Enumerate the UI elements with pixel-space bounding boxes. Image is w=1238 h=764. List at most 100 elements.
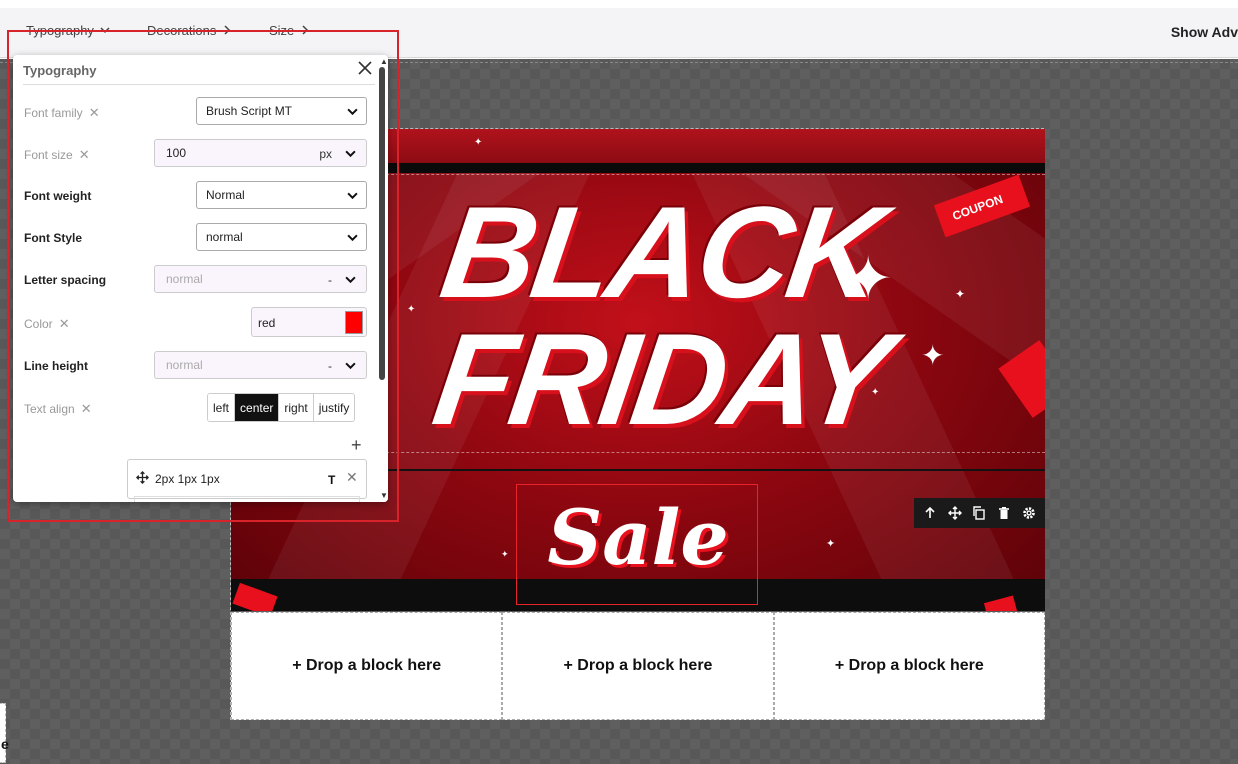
align-center-button[interactable]: center: [235, 394, 280, 421]
letter-spacing-label: Letter spacing: [24, 273, 106, 287]
headline-black[interactable]: BLACK: [422, 179, 900, 325]
chevron-right-icon: [222, 23, 232, 38]
panel-title: Typography: [23, 63, 97, 78]
menu-size[interactable]: Size: [269, 23, 310, 38]
letter-spacing-unit[interactable]: -: [328, 273, 332, 287]
move-icon[interactable]: [136, 471, 149, 489]
font-family-label-text: Font family: [24, 106, 83, 120]
font-style-label: Font Style: [24, 231, 82, 245]
sale-text-block[interactable]: Sale: [516, 484, 758, 605]
menu-decorations[interactable]: Decorations: [147, 23, 232, 38]
scroll-down-icon[interactable]: ▼: [380, 491, 388, 500]
font-style-select[interactable]: normal: [196, 223, 367, 251]
drop-zone[interactable]: + Drop a block here: [773, 612, 1045, 720]
text-shadow-layer[interactable]: 2px 1px 1px T ✕: [127, 459, 367, 502]
panel-header: Typography: [23, 55, 375, 85]
align-right-button[interactable]: right: [279, 394, 314, 421]
sparkle-icon: ✦: [407, 304, 416, 315]
line-height-label: Line height: [24, 359, 88, 373]
color-value: red: [258, 316, 276, 330]
letter-spacing-value: normal: [166, 272, 203, 286]
close-icon[interactable]: [357, 60, 373, 81]
letter-spacing-input[interactable]: normal -: [154, 265, 367, 293]
chevron-right-icon: [300, 23, 310, 38]
sparkle-icon: ✦: [921, 340, 945, 371]
align-left-button[interactable]: left: [208, 394, 236, 421]
menu-decorations-label: Decorations: [147, 23, 217, 38]
arrow-up-icon[interactable]: [923, 506, 937, 520]
clear-icon[interactable]: ✕: [79, 147, 90, 163]
font-size-value: 100: [166, 146, 187, 160]
font-family-select[interactable]: Brush Script MT: [196, 97, 367, 125]
chevron-down-icon[interactable]: [345, 274, 356, 288]
drop-zone-row: + Drop a block here + Drop a block here …: [231, 612, 1045, 720]
align-justify-button[interactable]: justify: [313, 394, 355, 421]
font-size-input[interactable]: 100 px: [154, 139, 367, 167]
offscreen-block-text: e: [1, 736, 9, 752]
text-align-group: left center right justify: [207, 393, 356, 422]
remove-layer-icon[interactable]: ✕: [346, 469, 358, 486]
layer-details: [134, 496, 360, 502]
text-shadow-value: 2px 1px 1px: [155, 472, 220, 486]
letter-spacing-label-text: Letter spacing: [24, 273, 107, 287]
line-height-unit[interactable]: -: [328, 359, 332, 373]
font-weight-label: Font weight: [24, 189, 91, 203]
panel-scrollbar[interactable]: ▲ ▼: [377, 55, 388, 502]
add-layer-icon[interactable]: +: [351, 435, 362, 456]
chevron-down-icon: [347, 232, 358, 246]
font-size-unit[interactable]: px: [319, 147, 332, 161]
sparkle-icon: ✦: [474, 137, 483, 148]
drop-zone[interactable]: + Drop a block here: [231, 612, 503, 720]
line-height-input[interactable]: normal -: [154, 351, 367, 379]
headline-friday[interactable]: FRIDAY: [422, 306, 900, 452]
line-height-value: normal: [166, 358, 203, 372]
font-style-label-text: Font Style: [24, 231, 83, 245]
gear-icon[interactable]: [1022, 506, 1036, 520]
sparkle-icon: ✦: [501, 549, 509, 559]
sparkle-icon: ✦: [826, 538, 836, 550]
scrollbar-thumb[interactable]: [379, 67, 385, 380]
text-align-label: Text align ✕: [24, 401, 92, 417]
sale-text[interactable]: Sale: [517, 493, 759, 582]
clear-icon[interactable]: ✕: [59, 316, 70, 332]
text-align-label-text: Text align: [24, 402, 75, 416]
text-icon: T: [328, 473, 336, 487]
show-advanced-button[interactable]: Show Adv: [1171, 24, 1238, 40]
menu-typography-label: Typography: [26, 23, 94, 38]
chevron-down-icon: [347, 106, 358, 120]
font-weight-value: Normal: [206, 188, 245, 202]
clear-icon[interactable]: ✕: [89, 105, 100, 121]
font-family-label: Font family ✕: [24, 105, 100, 121]
line-height-label-text: Line height: [24, 359, 88, 373]
copy-icon[interactable]: [972, 506, 986, 520]
font-weight-label-text: Font weight: [24, 189, 92, 203]
offscreen-block[interactable]: e: [0, 703, 9, 763]
scroll-up-icon[interactable]: ▲: [380, 57, 388, 66]
color-label: Color ✕: [24, 316, 70, 332]
color-label-text: Color: [24, 317, 53, 331]
trash-icon[interactable]: [997, 506, 1011, 520]
chevron-down-icon[interactable]: [345, 360, 356, 374]
clear-icon[interactable]: ✕: [81, 401, 92, 417]
font-family-value: Brush Script MT: [206, 104, 293, 118]
chevron-down-icon[interactable]: [345, 148, 356, 162]
font-size-label: Font size ✕: [24, 147, 90, 163]
typography-panel: Typography Font family ✕ Brush Script MT…: [13, 55, 388, 502]
color-input[interactable]: red: [251, 307, 367, 337]
sparkle-icon: ✦: [955, 287, 966, 301]
sparkle-icon: ✦: [843, 245, 894, 312]
block-toolbar: [914, 498, 1045, 528]
chevron-down-icon: [100, 23, 110, 38]
color-swatch[interactable]: [345, 311, 363, 334]
sparkle-icon: ✦: [871, 387, 880, 398]
drop-zone[interactable]: + Drop a block here: [502, 612, 774, 720]
toolbar-bar: Typography Decorations Size: [0, 8, 1238, 58]
font-size-label-text: Font size: [24, 148, 73, 162]
menu-typography[interactable]: Typography: [26, 23, 110, 38]
coupon-label: COUPON: [950, 192, 1005, 224]
move-icon[interactable]: [947, 506, 962, 520]
font-weight-select[interactable]: Normal: [196, 181, 367, 209]
menu-size-label: Size: [269, 23, 295, 38]
chevron-down-icon: [347, 190, 358, 204]
font-style-value: normal: [206, 230, 243, 244]
